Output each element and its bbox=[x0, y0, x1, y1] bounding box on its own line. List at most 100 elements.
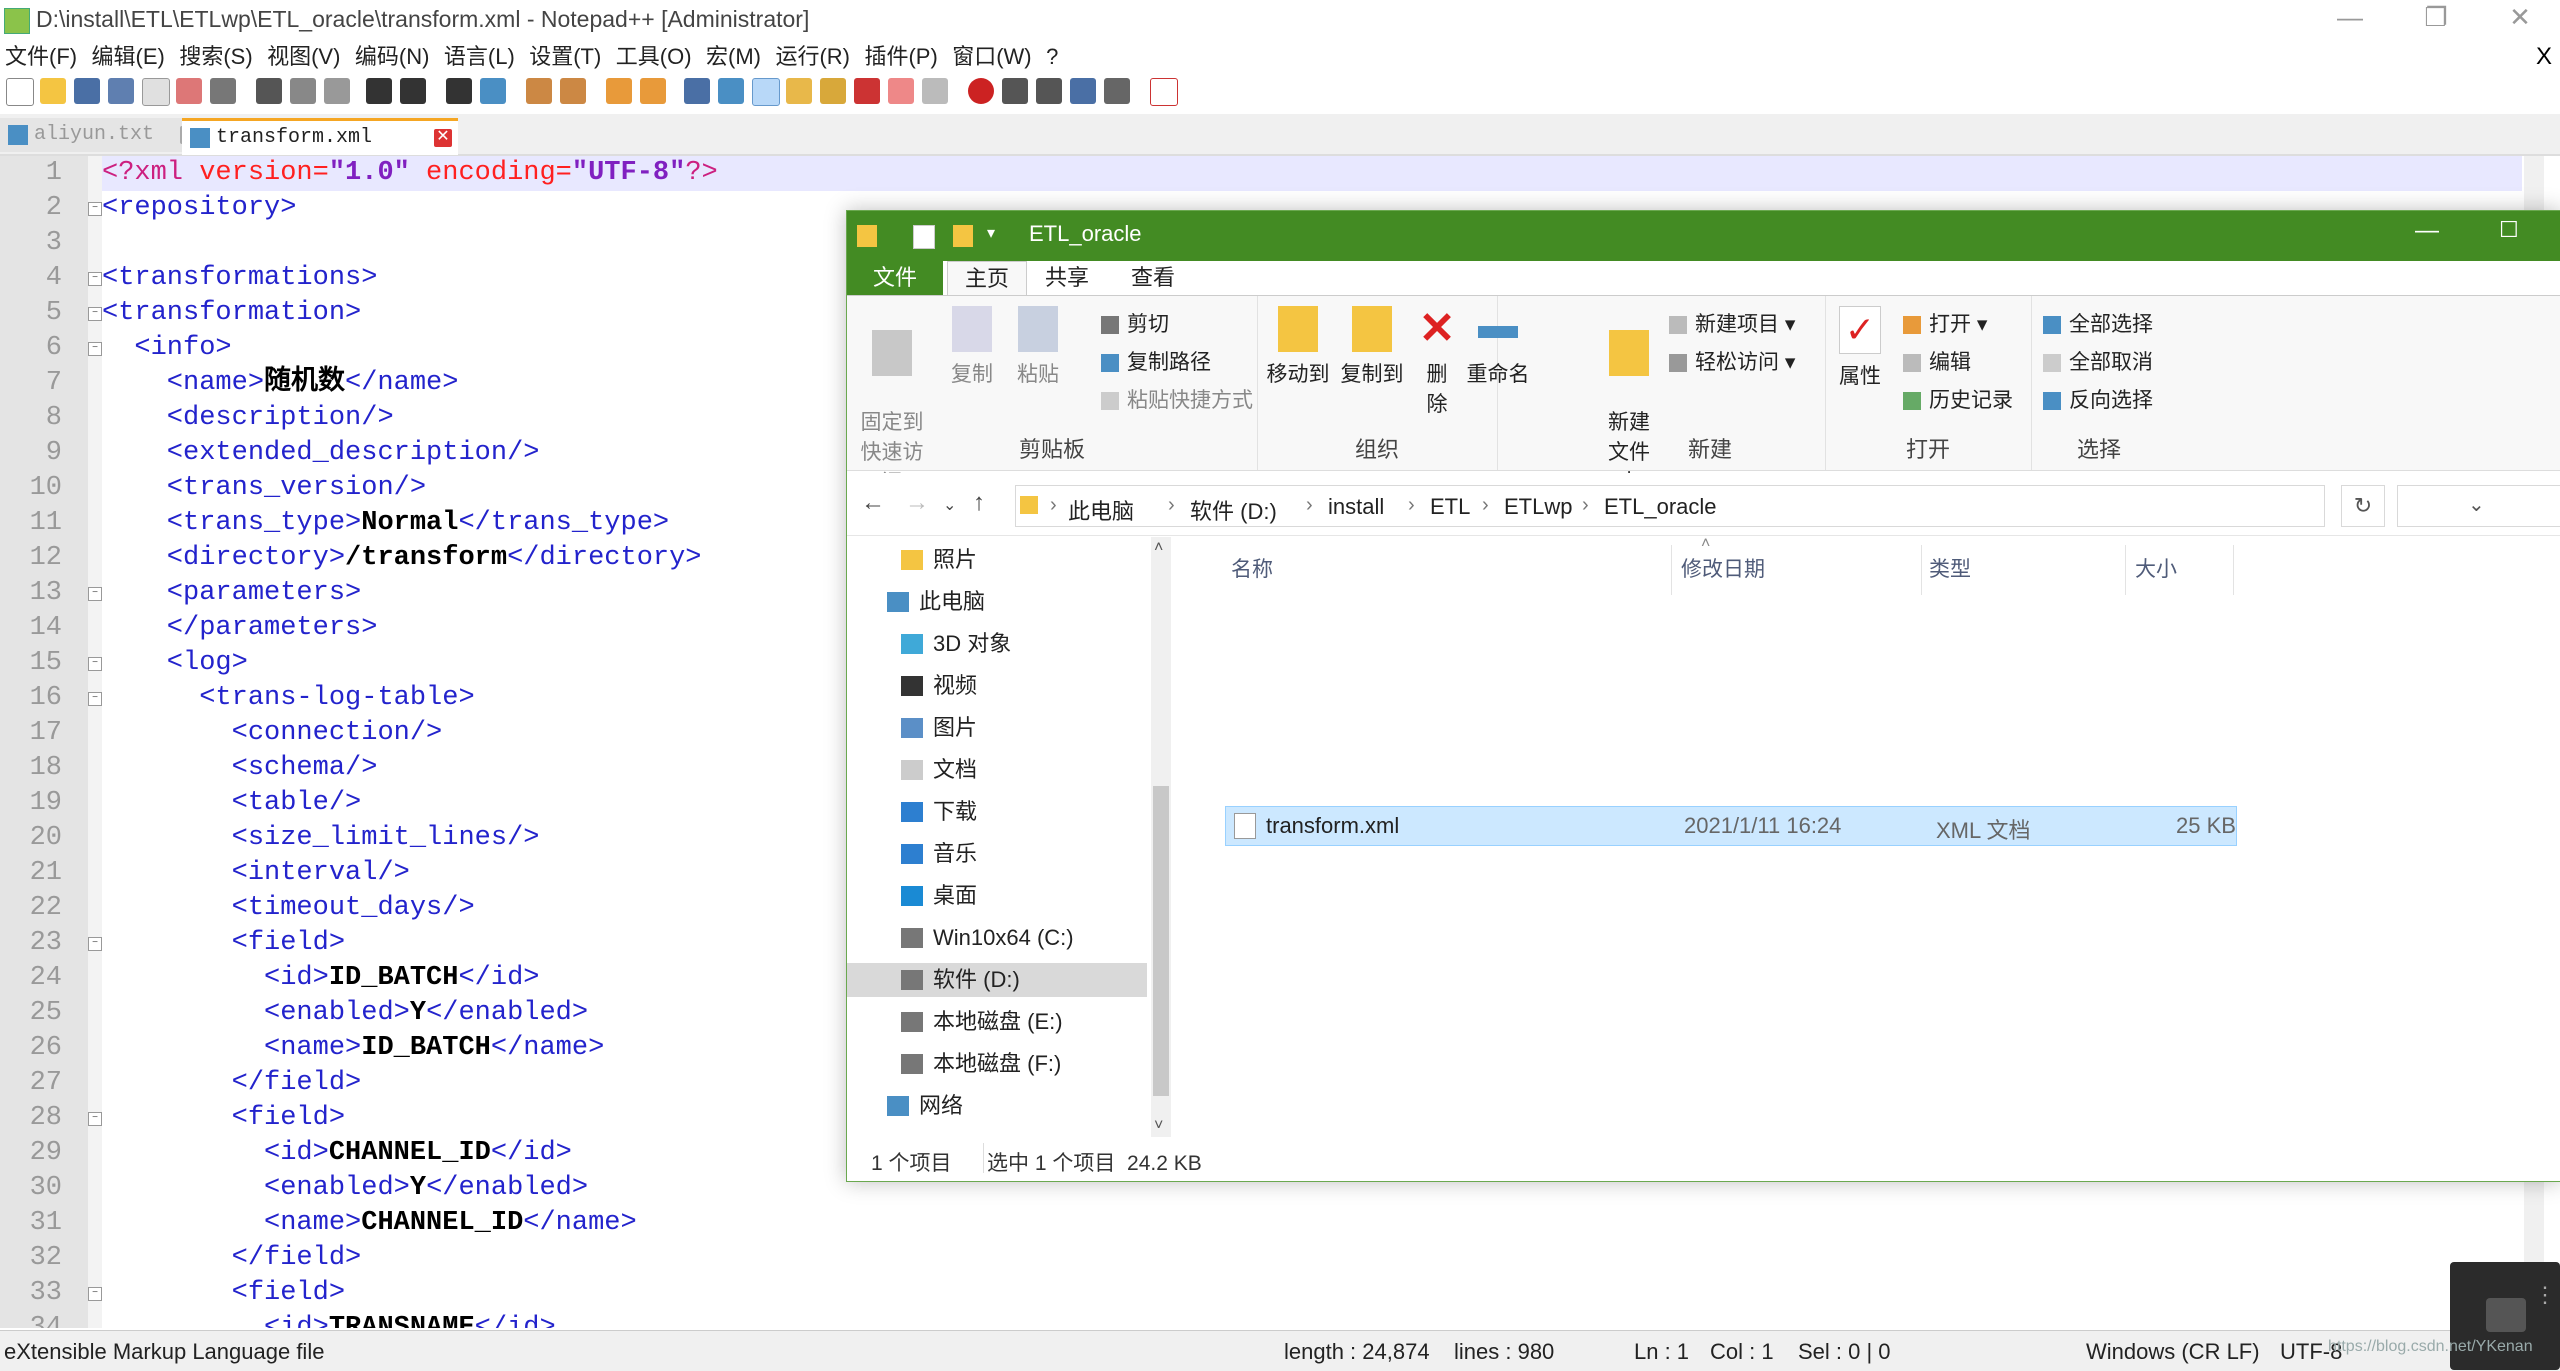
nav-item[interactable]: 视频 bbox=[847, 669, 1147, 703]
save-macro-icon[interactable] bbox=[1104, 78, 1130, 104]
copy-path-button[interactable]: 复制路径 bbox=[1101, 346, 1211, 376]
menu-plugins[interactable]: 插件(P) bbox=[859, 42, 942, 72]
edit-button[interactable]: 编辑 bbox=[1903, 346, 1971, 376]
nav-item[interactable]: 3D 对象 bbox=[847, 627, 1147, 661]
nav-item[interactable]: 网络 bbox=[847, 1089, 1147, 1123]
select-none-button[interactable]: 全部取消 bbox=[2043, 346, 2153, 376]
column-header-size[interactable]: 大小 bbox=[2135, 553, 2177, 583]
close-file-icon[interactable] bbox=[142, 78, 170, 106]
column-divider[interactable] bbox=[2233, 545, 2234, 595]
column-header-modified[interactable]: 修改日期 bbox=[1681, 553, 1765, 583]
zoom-in-icon[interactable] bbox=[526, 78, 552, 104]
tab-transform-xml[interactable]: transform.xml ✕ bbox=[182, 118, 458, 155]
nav-item[interactable]: 图片 bbox=[847, 711, 1147, 745]
new-file-icon[interactable] bbox=[6, 78, 34, 106]
copy-button[interactable]: 复制 bbox=[947, 306, 997, 388]
delete-button[interactable]: ✕ 删除 bbox=[1417, 306, 1457, 418]
breadcrumb-install[interactable]: install bbox=[1328, 494, 1384, 520]
refresh-icon[interactable]: ↻ bbox=[2341, 485, 2385, 527]
nav-item[interactable]: 照片 bbox=[847, 543, 1147, 577]
back-arrow-icon[interactable]: ← bbox=[861, 489, 885, 517]
rename-button[interactable]: 重命名 bbox=[1463, 306, 1533, 388]
indent-guide-icon[interactable] bbox=[752, 78, 780, 106]
breadcrumb-etl-oracle[interactable]: ETL_oracle bbox=[1604, 494, 1717, 520]
menu-search[interactable]: 搜索(S) bbox=[174, 42, 257, 72]
breadcrumb-drive-d[interactable]: 软件 (D:) bbox=[1190, 494, 1277, 526]
code-line[interactable]: <?xml version="1.0" encoding="UTF-8"?> bbox=[102, 156, 2522, 191]
search-input[interactable] bbox=[2397, 485, 2560, 527]
sync-horizontal-icon[interactable] bbox=[640, 78, 666, 104]
breadcrumb-separator[interactable]: › bbox=[1582, 494, 1589, 517]
save-icon[interactable] bbox=[74, 78, 100, 104]
properties-button[interactable]: ✓ 属性 bbox=[1835, 306, 1885, 390]
zoom-out-icon[interactable] bbox=[560, 78, 586, 104]
nav-item[interactable]: Win10x64 (C:) bbox=[847, 921, 1147, 955]
history-button[interactable]: 历史记录 bbox=[1903, 384, 2013, 414]
fold-margin[interactable] bbox=[88, 156, 102, 1328]
copy-to-button[interactable]: 复制到 bbox=[1337, 306, 1407, 388]
nav-item[interactable]: 此电脑 bbox=[847, 585, 1147, 619]
easy-access-button[interactable]: 轻松访问 ▾ bbox=[1669, 346, 1795, 376]
column-header-name[interactable]: 名称 bbox=[1231, 553, 1273, 583]
new-folder-button[interactable]: 新建 文件夹 bbox=[1601, 306, 1657, 496]
find-icon[interactable] bbox=[446, 78, 472, 104]
select-all-button[interactable]: 全部选择 bbox=[2043, 308, 2153, 338]
minimize-button[interactable]: — bbox=[2320, 2, 2380, 33]
nav-item[interactable]: 下载 bbox=[847, 795, 1147, 829]
copy-icon[interactable] bbox=[290, 78, 316, 104]
code-line[interactable]: <name>CHANNEL_ID</name> bbox=[102, 1206, 2522, 1241]
fold-toggle-icon[interactable]: − bbox=[88, 202, 102, 216]
stop-macro-icon[interactable] bbox=[1002, 78, 1028, 104]
tab-aliyun-txt[interactable]: aliyun.txt ✕ bbox=[0, 118, 204, 152]
spell-check-icon[interactable] bbox=[1150, 78, 1178, 106]
move-to-button[interactable]: 移动到 bbox=[1263, 306, 1333, 388]
status-eol[interactable]: Windows (CR LF) bbox=[2086, 1339, 2260, 1365]
ribbon-tab-view[interactable]: 查看 bbox=[1123, 261, 1183, 295]
nav-item[interactable]: 文档 bbox=[847, 753, 1147, 787]
more-options-icon[interactable]: ⋮ bbox=[2534, 1282, 2556, 1308]
word-wrap-icon[interactable] bbox=[684, 78, 710, 104]
breadcrumb-etlwp[interactable]: ETLwp bbox=[1504, 494, 1572, 520]
invert-selection-button[interactable]: 反向选择 bbox=[2043, 384, 2153, 414]
nav-scroll-thumb[interactable] bbox=[1153, 786, 1169, 1096]
menu-window[interactable]: 窗口(W) bbox=[947, 42, 1036, 72]
monitoring-icon[interactable] bbox=[922, 78, 948, 104]
menu-settings[interactable]: 设置(T) bbox=[524, 42, 606, 72]
fold-toggle-icon[interactable]: − bbox=[88, 307, 102, 321]
close-tab-icon[interactable]: ✕ bbox=[434, 129, 452, 147]
print-icon[interactable] bbox=[210, 78, 236, 104]
close-document-button[interactable]: X bbox=[2536, 42, 2552, 72]
save-all-icon[interactable] bbox=[108, 78, 134, 104]
breadcrumb-separator[interactable]: › bbox=[1482, 494, 1489, 517]
nav-item[interactable]: 音乐 bbox=[847, 837, 1147, 871]
fold-toggle-icon[interactable]: − bbox=[88, 587, 102, 601]
recent-locations-chevron-icon[interactable]: ⌄ bbox=[943, 495, 956, 515]
replace-icon[interactable] bbox=[480, 78, 506, 104]
close-all-icon[interactable] bbox=[176, 78, 202, 104]
customize-qat-icon[interactable]: ▾ bbox=[987, 223, 995, 243]
fold-toggle-icon[interactable]: − bbox=[88, 937, 102, 951]
menu-language[interactable]: 语言(L) bbox=[439, 42, 520, 72]
breadcrumb-separator[interactable]: › bbox=[1050, 494, 1057, 517]
redo-icon[interactable] bbox=[400, 78, 426, 104]
paste-button[interactable]: 粘贴 bbox=[1013, 306, 1063, 388]
fold-toggle-icon[interactable]: − bbox=[88, 692, 102, 706]
menu-run[interactable]: 运行(R) bbox=[770, 42, 855, 72]
menu-help[interactable]: ? bbox=[1041, 42, 1063, 72]
run-macro-multiple-icon[interactable] bbox=[1070, 78, 1096, 104]
code-line[interactable]: </field> bbox=[102, 1241, 2522, 1276]
menu-tools[interactable]: 工具(O) bbox=[611, 42, 697, 72]
column-divider[interactable] bbox=[2125, 545, 2126, 595]
menu-edit[interactable]: 编辑(E) bbox=[87, 42, 170, 72]
up-arrow-icon[interactable]: ↑ bbox=[973, 489, 985, 517]
user-language-icon[interactable] bbox=[786, 78, 812, 104]
ribbon-tab-share[interactable]: 共享 bbox=[1037, 261, 1097, 295]
code-line[interactable]: <field> bbox=[102, 1276, 2522, 1311]
folder-workspace-icon[interactable] bbox=[888, 78, 914, 104]
paste-icon[interactable] bbox=[324, 78, 350, 104]
cut-icon[interactable] bbox=[256, 78, 282, 104]
close-button[interactable]: ✕ bbox=[2490, 2, 2550, 33]
address-bar[interactable]: › 此电脑 › 软件 (D:) › install › ETL › ETLwp … bbox=[1015, 485, 2485, 527]
properties-qat-icon[interactable] bbox=[913, 225, 935, 249]
menu-view[interactable]: 视图(V) bbox=[262, 42, 345, 72]
